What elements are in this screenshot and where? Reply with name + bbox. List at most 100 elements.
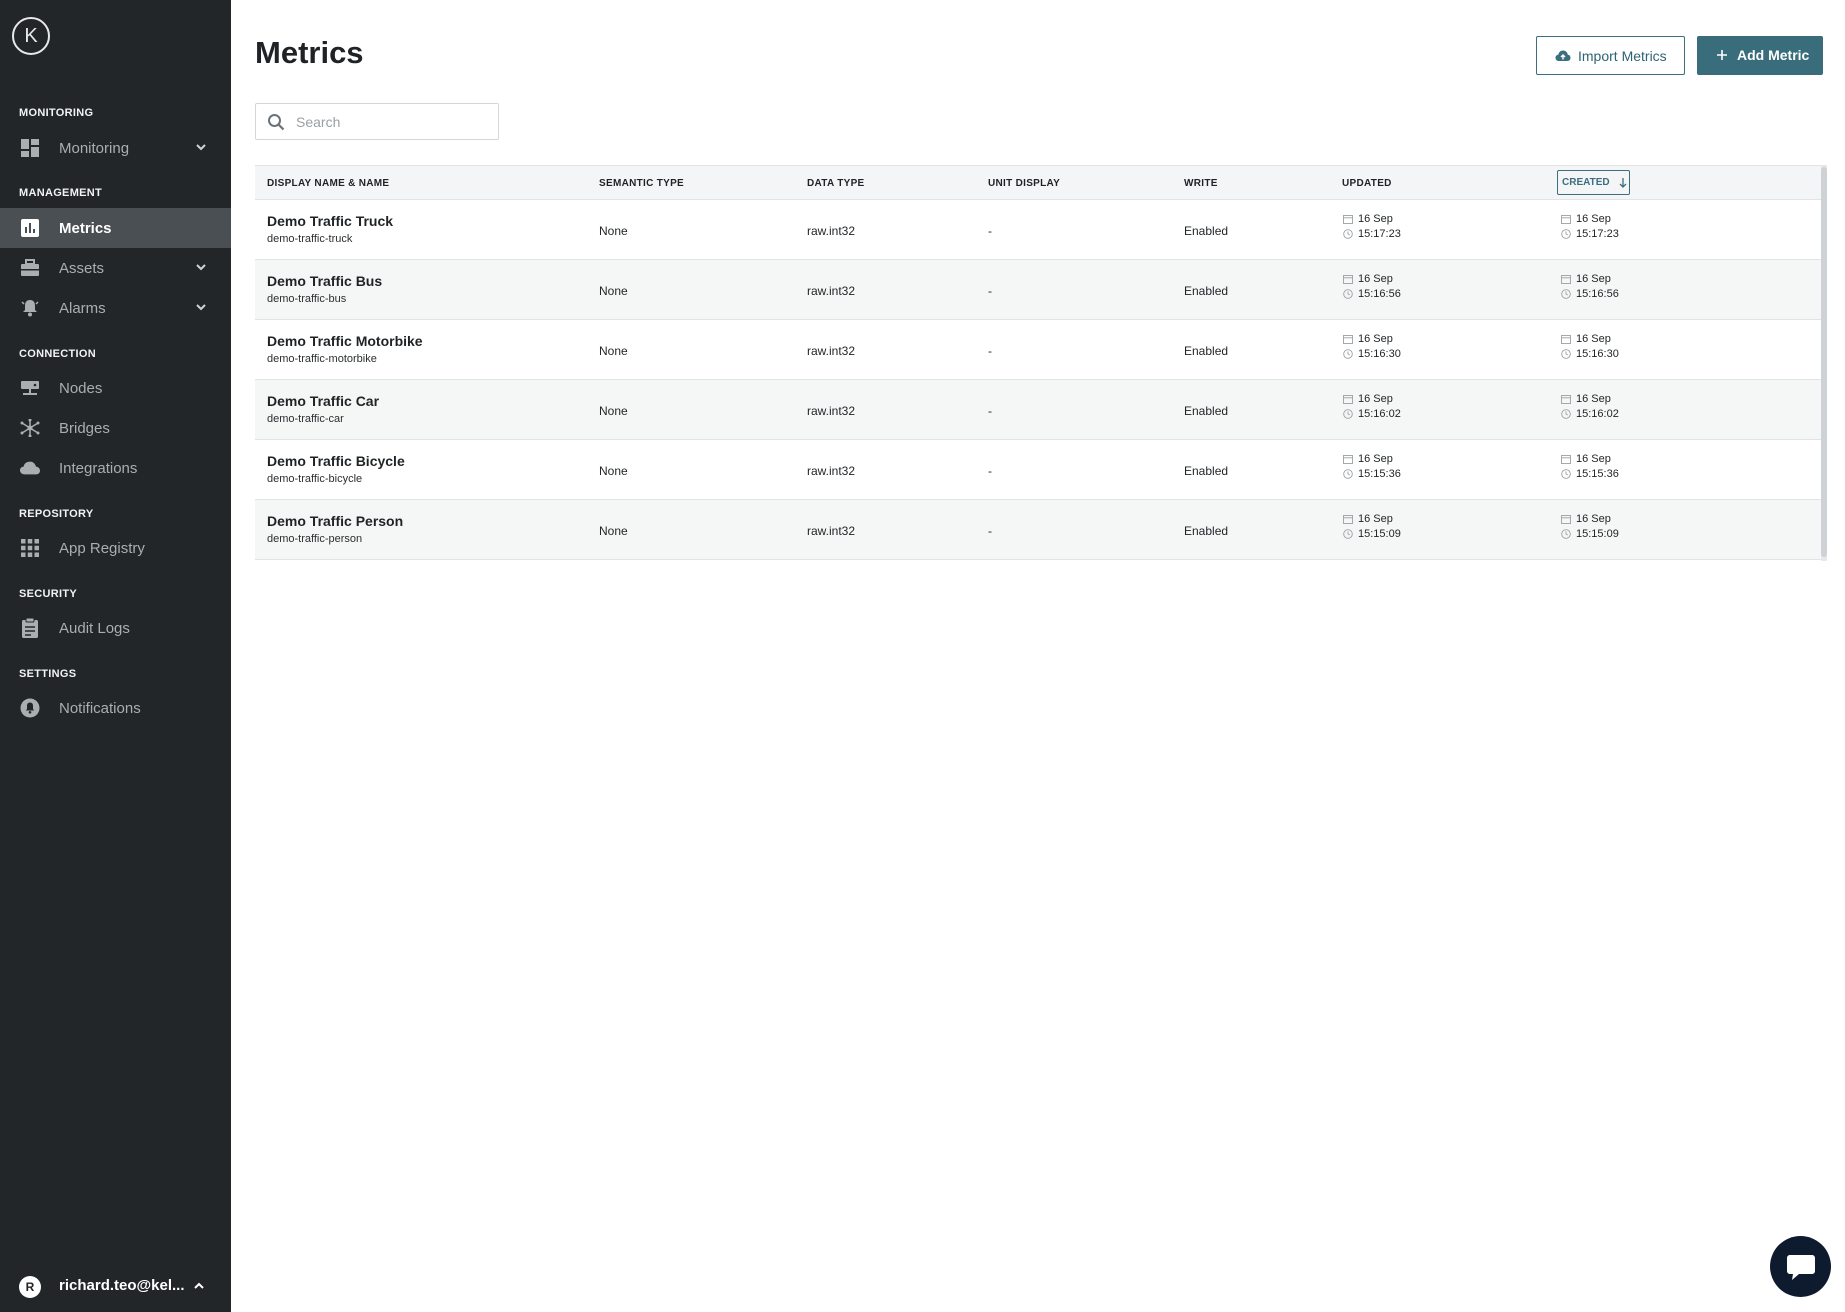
sidebar-item-integrations[interactable]: Integrations [0,448,231,488]
metric-display-name: Demo Traffic Truck [267,213,394,229]
chevron-down-icon [194,140,208,154]
clock-icon [1343,229,1353,239]
cloud-icon [20,459,40,477]
table-row[interactable]: Demo Traffic Bicycle demo-traffic-bicycl… [255,440,1821,500]
data-type-cell: raw.int32 [807,524,856,538]
clock-icon [1343,529,1353,539]
page-title: Metrics [255,35,364,70]
write-cell: Enabled [1184,344,1229,358]
calendar-icon [1561,395,1571,404]
chevron-down-icon [194,260,208,274]
created-date-text: 16 Sep [1576,273,1611,285]
table-row[interactable]: Demo Traffic Bus demo-traffic-bus None r… [255,260,1821,320]
sidebar-item-label: Audit Logs [59,619,130,637]
created-date-text: 16 Sep [1576,393,1611,405]
sidebar-item-app-registry[interactable]: App Registry [0,528,231,568]
column-header-created[interactable]: CREATED [1557,170,1630,195]
column-header-created-label: CREATED [1562,177,1610,188]
calendar-icon [1343,395,1353,404]
clock-icon [1561,469,1571,479]
sidebar-item-alarms[interactable]: Alarms [0,288,231,328]
metric-display-name: Demo Traffic Car [267,393,380,409]
sidebar-item-label: Integrations [59,459,138,477]
column-header-data-type[interactable]: DATA TYPE [807,178,865,189]
table-row[interactable]: Demo Traffic Motorbike demo-traffic-moto… [255,320,1821,380]
section-monitoring: MONITORING [19,107,94,119]
clock-icon [1561,529,1571,539]
cloud-upload-icon [1555,49,1571,63]
import-metrics-label: Import Metrics [1578,48,1667,64]
user-name: richard.teo@kel... [59,1277,185,1294]
user-menu[interactable]: R richard.teo@kel... [0,1266,231,1306]
calendar-icon [1561,455,1571,464]
sidebar-item-label: Notifications [59,699,141,717]
sidebar-item-notifications[interactable]: Notifications [0,688,231,728]
calendar-icon [1343,215,1353,224]
unit-display-cell: - [988,404,992,418]
briefcase-icon [20,259,40,277]
column-header-write[interactable]: WRITE [1184,178,1218,189]
arrow-down-icon [1619,178,1627,188]
data-type-cell: raw.int32 [807,404,856,418]
metric-name: demo-traffic-person [267,533,363,545]
metric-name: demo-traffic-truck [267,233,353,245]
scrollbar-thumb[interactable] [1821,167,1827,557]
updated-date-text: 16 Sep [1358,333,1393,345]
updated-time-text: 15:16:30 [1358,348,1401,360]
sidebar-item-monitoring[interactable]: Monitoring [0,128,231,168]
semantic-type-cell: None [599,464,628,478]
table-scrollbar[interactable] [1821,165,1827,561]
updated-time-text: 15:16:56 [1358,288,1401,300]
table-row[interactable]: Demo Traffic Person demo-traffic-person … [255,500,1821,560]
table-row[interactable]: Demo Traffic Car demo-traffic-car None r… [255,380,1821,440]
calendar-icon [1561,515,1571,524]
search-input[interactable] [296,112,486,132]
metric-display-name: Demo Traffic Motorbike [267,333,423,349]
search-icon [267,113,285,131]
chevron-up-icon [192,1279,206,1293]
calendar-icon [1561,275,1571,284]
logo-icon[interactable]: K [12,17,50,55]
updated-date-text: 16 Sep [1358,213,1393,225]
sidebar-item-nodes[interactable]: Nodes [0,368,231,408]
calendar-icon [1561,335,1571,344]
table-header: DISPLAY NAME & NAME SEMANTIC TYPE DATA T… [255,165,1821,200]
unit-display-cell: - [988,284,992,298]
column-header-unit-display[interactable]: UNIT DISPLAY [988,178,1060,189]
unit-display-cell: - [988,464,992,478]
add-metric-button[interactable]: Add Metric [1697,36,1823,75]
import-metrics-button[interactable]: Import Metrics [1536,36,1685,75]
calendar-icon [1343,335,1353,344]
clock-icon [1343,409,1353,419]
column-header-updated[interactable]: UPDATED [1342,178,1392,189]
updated-date-text: 16 Sep [1358,453,1393,465]
column-header-name[interactable]: DISPLAY NAME & NAME [267,178,389,189]
write-cell: Enabled [1184,464,1229,478]
sidebar-item-label: App Registry [59,539,145,557]
column-header-semantic-type[interactable]: SEMANTIC TYPE [599,178,684,189]
data-type-cell: raw.int32 [807,464,856,478]
created-time-text: 15:16:30 [1576,348,1619,360]
clock-icon [1561,349,1571,359]
sidebar-item-audit-logs[interactable]: Audit Logs [0,608,231,648]
chevron-down-icon [194,300,208,314]
updated-time-text: 15:16:02 [1358,408,1401,420]
search-box [255,103,499,140]
chat-button[interactable] [1770,1236,1831,1297]
updated-date-text: 16 Sep [1358,513,1393,525]
sidebar-item-assets[interactable]: Assets [0,248,231,288]
sidebar: K MONITORING Monitoring MANAGEMENT Metri… [0,0,231,1312]
table-row[interactable]: Demo Traffic Truck demo-traffic-truck No… [255,200,1821,260]
metric-name: demo-traffic-motorbike [267,353,377,365]
section-management: MANAGEMENT [19,187,103,199]
calendar-icon [1561,215,1571,224]
created-date-text: 16 Sep [1576,213,1611,225]
sidebar-item-bridges[interactable]: Bridges [0,408,231,448]
section-security: SECURITY [19,588,78,600]
write-cell: Enabled [1184,284,1229,298]
sidebar-item-label: Bridges [59,419,110,437]
chat-icon [1786,1254,1815,1280]
data-type-cell: raw.int32 [807,224,856,238]
sidebar-item-metrics[interactable]: Metrics [0,208,231,248]
bell-icon [20,299,40,317]
